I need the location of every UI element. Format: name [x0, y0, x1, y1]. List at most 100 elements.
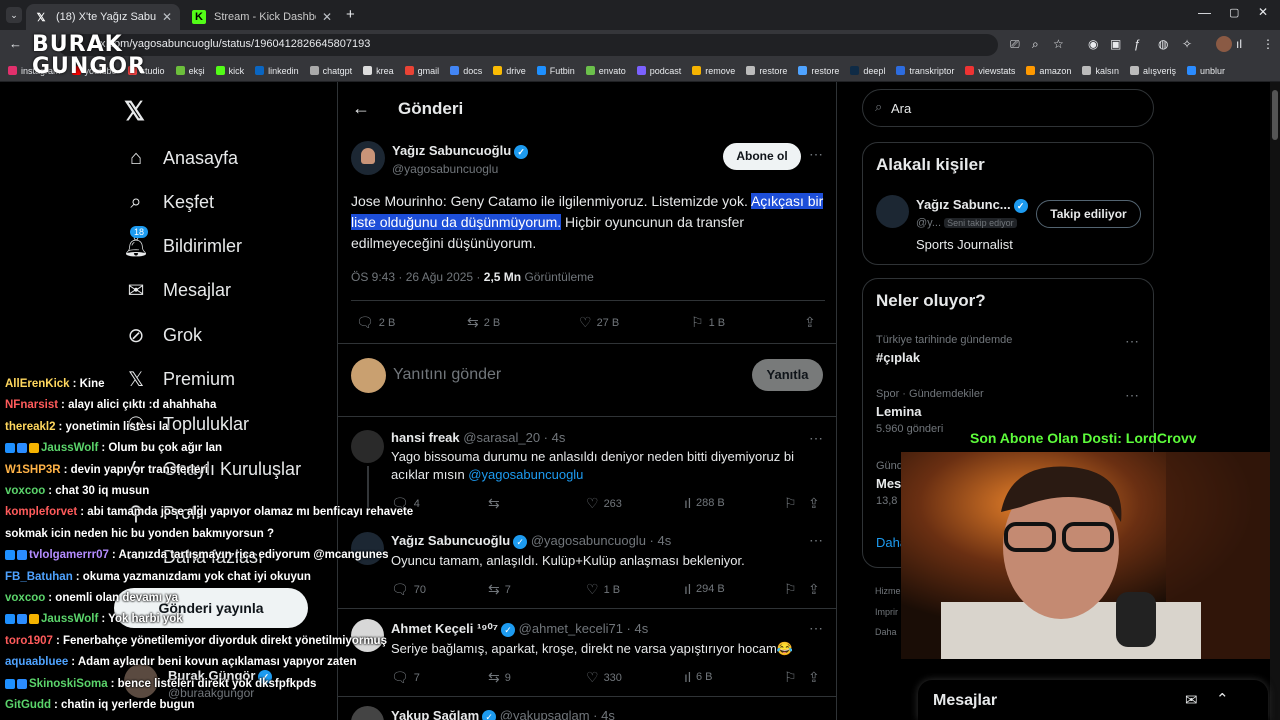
more-options-icon[interactable]: ⋯ — [1125, 333, 1139, 350]
like-button[interactable]: ♡ 1 B — [586, 581, 620, 598]
messages-drawer[interactable]: Mesajlar ✉ ⌃ — [918, 680, 1268, 720]
trend-name[interactable]: Mes — [876, 476, 901, 491]
bookmark-item[interactable]: kick — [215, 66, 244, 76]
bookmark-item[interactable]: drive — [493, 66, 526, 76]
chat-username: JaussWolf — [41, 442, 99, 455]
bookmark-item[interactable]: restore — [746, 66, 787, 76]
x-logo-icon[interactable]: 𝕏 — [124, 96, 145, 127]
bookmark-item[interactable]: podcast — [636, 66, 681, 76]
trend-name[interactable]: #çıplak — [876, 350, 920, 365]
minimize-button[interactable]: — — [1198, 5, 1211, 20]
bookmark-item[interactable]: krea — [363, 66, 394, 76]
retweet-button[interactable]: ⇆ 2 B — [467, 314, 500, 331]
related-avatar[interactable] — [876, 195, 909, 228]
bookmark-item[interactable]: alışveriş — [1129, 66, 1176, 76]
new-message-icon[interactable]: ✉ — [1185, 691, 1198, 709]
bookmark-item[interactable]: linkedin — [255, 66, 299, 76]
footer-link[interactable]: Imprir — [875, 607, 898, 617]
nav-grok[interactable]: ⊘ Grok — [124, 323, 202, 347]
like-button[interactable]: ♡ 263 — [586, 495, 622, 512]
scrollbar[interactable] — [1270, 82, 1280, 720]
bookmark-item[interactable]: remove — [692, 66, 735, 76]
extension-icon[interactable]: ıl — [1236, 37, 1242, 51]
bookmark-item[interactable]: unblur — [1186, 66, 1225, 76]
bookmark-item[interactable]: ekşi — [175, 66, 205, 76]
nav-messages[interactable]: ✉ Mesajlar — [124, 278, 231, 302]
install-icon[interactable]: ⎚ — [1010, 37, 1020, 52]
bookmark-item[interactable]: Futbin — [536, 66, 575, 76]
bookmark-favicon-icon — [746, 66, 756, 75]
share-button[interactable]: ⇪ — [808, 669, 825, 686]
browser-tab-kick[interactable]: K Stream - Kick Dashboard ✕ — [184, 4, 340, 30]
bookmark-button[interactable]: ⚐ — [784, 581, 802, 598]
close-icon[interactable]: ✕ — [162, 10, 172, 24]
reply-button[interactable]: 🗨︎ 2 B — [356, 314, 395, 331]
more-options-icon[interactable]: ⋯ — [809, 430, 823, 447]
bookmark-item[interactable]: deepl — [850, 66, 885, 76]
footer-link[interactable]: Daha — [875, 627, 897, 637]
following-button[interactable]: Takip ediliyor — [1036, 200, 1141, 228]
close-window-button[interactable]: ✕ — [1258, 5, 1268, 19]
profile-avatar[interactable] — [1216, 36, 1232, 52]
more-options-icon[interactable]: ⋯ — [809, 620, 823, 637]
bookmark-item[interactable]: restore — [798, 66, 839, 76]
close-icon[interactable]: ✕ — [322, 10, 332, 24]
trend-name[interactable]: Lemina — [876, 404, 922, 419]
follow-button[interactable]: Abone ol — [723, 143, 801, 170]
author-handle[interactable]: @yagosabuncuoglu — [392, 162, 498, 176]
bookmark-button[interactable]: ⚐ 1 B — [691, 314, 725, 331]
bookmark-item[interactable]: envato — [585, 66, 626, 76]
back-arrow-icon[interactable]: ← — [9, 36, 22, 51]
share-button[interactable]: ⇪ — [808, 581, 825, 598]
new-tab-button[interactable]: + — [346, 6, 355, 23]
views-button[interactable]: ıl 288 B — [684, 495, 725, 511]
reply-submit-button[interactable]: Yanıtla — [752, 359, 823, 391]
bookmark-item[interactable]: gmail — [404, 66, 439, 76]
bookmark-item[interactable]: docs — [450, 66, 482, 76]
bookmark-item[interactable]: viewstats — [965, 66, 1015, 76]
share-button[interactable]: ⇪ — [804, 314, 821, 331]
url-bar[interactable]: x.com/yagosabuncuoglu/status/19604128266… — [58, 34, 998, 56]
retweet-button[interactable]: ⇆ 7 — [488, 581, 511, 598]
retweet-button[interactable]: ⇆ 9 — [488, 669, 511, 686]
related-name[interactable]: Yağız Sabunc... ✓ — [916, 197, 1028, 213]
bookmark-item[interactable]: amazon — [1026, 66, 1071, 76]
retweet-button[interactable]: ⇆ — [488, 495, 505, 512]
more-options-icon[interactable]: ⋯ — [809, 532, 823, 549]
bookmark-item[interactable]: chatgpt — [309, 66, 352, 76]
extension-icon[interactable]: ▣ — [1110, 37, 1121, 51]
menu-dots-icon[interactable]: ⋮ — [1262, 37, 1274, 51]
back-arrow-icon[interactable]: ← — [352, 98, 370, 119]
extension-icon[interactable]: ◍ — [1158, 37, 1168, 51]
chart-icon: ıl — [684, 495, 691, 511]
footer-link[interactable]: Hizme — [875, 586, 901, 596]
scrollbar-thumb[interactable] — [1272, 90, 1278, 140]
nav-explore[interactable]: ⌕ Keşfet — [124, 190, 214, 214]
star-icon[interactable]: ☆ — [1053, 37, 1064, 51]
bookmark-item[interactable]: kalsın — [1082, 66, 1119, 76]
bookmark-favicon-icon — [636, 66, 646, 75]
like-button[interactable]: ♡ 27 B — [579, 314, 619, 331]
expand-icon[interactable]: ⌃ — [1216, 690, 1229, 708]
extension-icon[interactable]: ƒ — [1134, 37, 1141, 51]
zoom-icon[interactable]: ⌕ — [1032, 37, 1039, 52]
extension-icon[interactable]: ◉ — [1088, 37, 1098, 51]
like-button[interactable]: ♡ 330 — [586, 669, 622, 686]
views-button[interactable]: ıl 6 B — [684, 669, 713, 685]
bookmark-button[interactable]: ⚐ — [784, 495, 802, 512]
puzzle-icon[interactable]: ✧ — [1182, 37, 1192, 51]
maximize-button[interactable]: ▢ — [1229, 6, 1239, 19]
more-options-icon[interactable]: ⋯ — [1125, 387, 1139, 404]
browser-tab-x[interactable]: 𝕏 (18) X'te Yağız Sabuncuoğlu: "Jo ✕ — [26, 4, 180, 30]
tab-search-button[interactable]: ⌄ — [6, 7, 22, 23]
views-button[interactable]: ıl 294 B — [684, 581, 725, 597]
bookmark-item[interactable]: transkriptor — [896, 66, 954, 76]
more-options-icon[interactable]: ⋯ — [809, 146, 823, 163]
author-name[interactable]: Yağız Sabuncuoğlu ✓ — [392, 143, 529, 159]
author-avatar[interactable] — [351, 141, 385, 175]
nav-notifications[interactable]: 🔔︎ 18 Bildirimler — [123, 226, 242, 258]
share-button[interactable]: ⇪ — [808, 495, 825, 512]
search-input[interactable]: ⌕ Ara — [862, 89, 1154, 127]
bookmark-button[interactable]: ⚐ — [784, 669, 802, 686]
nav-home[interactable]: ⌂ Anasayfa — [124, 146, 238, 170]
